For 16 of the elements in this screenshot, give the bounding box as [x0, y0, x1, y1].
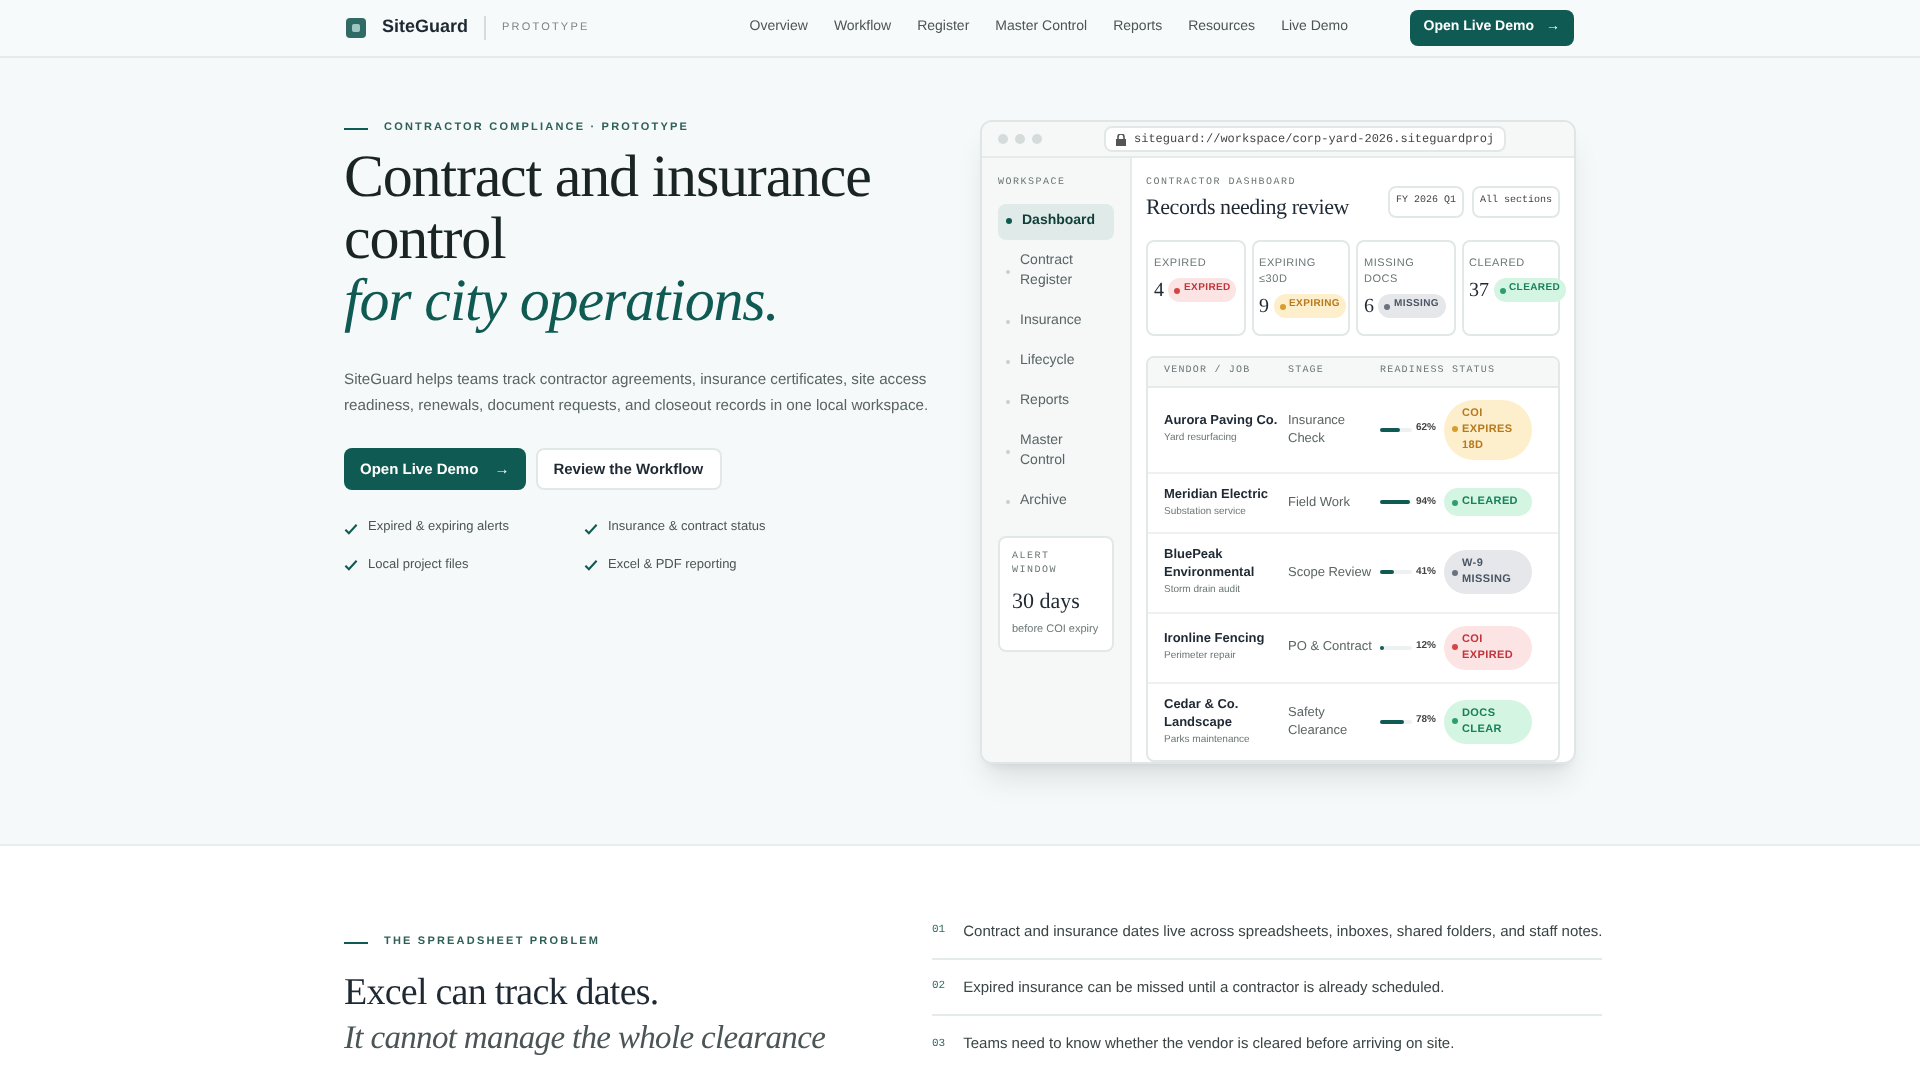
- section-subtitle: It cannot manage the whole clearance: [344, 1016, 828, 1061]
- lock-icon: [1116, 133, 1126, 145]
- check-icon: [344, 558, 358, 573]
- window-dots-icon: [998, 134, 1046, 144]
- section-title: Excel can track dates.: [344, 970, 661, 1017]
- hero-title: Contract and insurance control for city operations.: [344, 146, 873, 333]
- check-icon: [584, 558, 598, 573]
- brand-name[interactable]: SiteGuard: [382, 14, 469, 42]
- dashboard-heading: Records needing review: [1146, 193, 1349, 221]
- readiness-bar: [1380, 719, 1412, 724]
- readiness-bar: [1380, 500, 1412, 505]
- check-icon: [344, 521, 358, 536]
- readiness-bar: [1380, 570, 1412, 575]
- check-icon: [584, 521, 598, 536]
- alert-value: 30 days: [1012, 587, 1082, 617]
- shield-logo-icon: [346, 18, 366, 38]
